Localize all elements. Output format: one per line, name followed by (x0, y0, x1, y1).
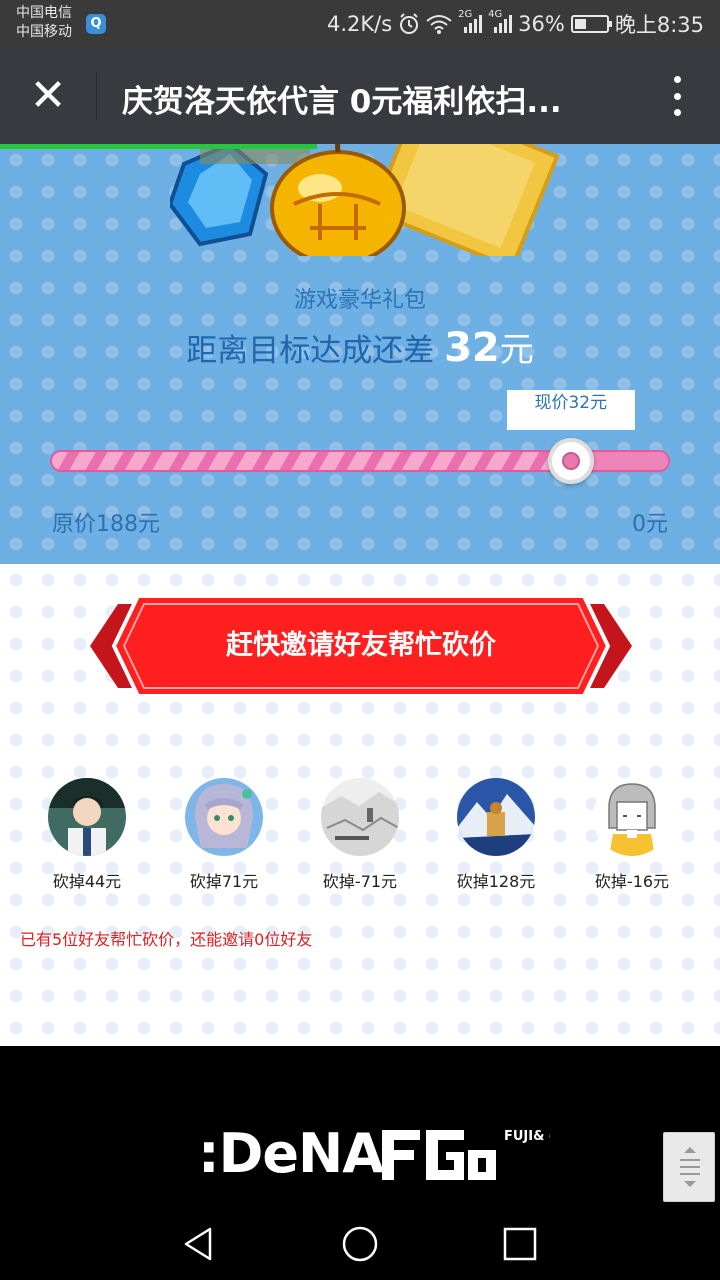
fujigumi-games-logo: FUJI& gumi Games (382, 1126, 550, 1180)
page-title: 庆贺洛天依代言 0元福利依扫... (122, 84, 562, 120)
avatar (457, 778, 535, 856)
current-price-tag: 现价32元 (506, 390, 635, 430)
status-bar: 中国电信 中国移动 Q 4.2K/s 2G 4G 36% 晚上8:35 (0, 0, 720, 48)
gift-package-image (170, 144, 560, 256)
wifi-icon (426, 15, 452, 34)
app-bar: ✕ 庆贺洛天依代言 0元福利依扫... (0, 48, 720, 144)
friend-item: 砍掉128元 (426, 778, 566, 892)
qq-notification-icon: Q (86, 14, 106, 34)
target-remaining: 距离目标达成还差 32元 (0, 322, 720, 371)
avatar (593, 778, 671, 856)
remaining-amount: 32 (444, 325, 500, 371)
invite-button-label: 赶快邀请好友帮忙砍价 (226, 630, 496, 661)
helper-count-note: 已有5位好友帮忙砍价，还能邀请0位好友 (20, 930, 313, 949)
more-vertical-icon[interactable] (664, 76, 690, 116)
carrier-2: 中国移动 (16, 24, 72, 40)
recent-apps-icon[interactable] (500, 1224, 540, 1264)
dena-logo: :DeNA (198, 1122, 384, 1185)
remaining-unit: 元 (499, 330, 534, 370)
friend-list: 砍掉44元 砍掉71元 砍掉-71元 砍掉128元 砍掉-16元 (0, 778, 720, 891)
min-price: 0元 (632, 512, 668, 537)
invite-panel: 赶快邀请好友帮忙砍价 砍掉44元 砍掉71元 砍掉-71元 砍掉128元 砍掉-… (0, 564, 720, 1046)
page-load-progress (0, 144, 720, 149)
battery-icon (570, 15, 612, 33)
avatar (48, 778, 126, 858)
avatar (321, 778, 400, 856)
bargain-page: 中国电信 中国移动 Q 4.2K/s 2G 4G 36% 晚上8:35 ✕ 庆贺… (0, 0, 720, 1280)
friend-item: 砍掉44元 (17, 778, 157, 892)
back-icon[interactable] (180, 1224, 220, 1264)
net-speed: 4.2K/s (326, 12, 393, 36)
gift-name: 游戏豪华礼包 (293, 288, 426, 313)
signal-2g-icon: 2G (458, 9, 483, 35)
price-progress-knob (547, 438, 594, 484)
original-price: 原价188元 (52, 512, 160, 537)
friend-cut-amount: 砍掉44元 (52, 872, 122, 891)
target-prefix: 距离目标达成还差 (186, 333, 435, 369)
signal-4g-icon: 4G (488, 9, 513, 35)
avatar (185, 778, 263, 856)
friend-item: 砍掉71元 (154, 778, 294, 892)
status-indicators: 4.2K/s 2G 4G 36% 晚上8:35 (326, 9, 704, 38)
home-icon[interactable] (340, 1224, 380, 1264)
carrier-1: 中国电信 (16, 5, 72, 21)
invite-friends-button[interactable]: 赶快邀请好友帮忙砍价 (90, 594, 632, 698)
sponsor-footer: :DeNA FUJI& gumi Games (0, 1046, 720, 1204)
friend-cut-amount: 砍掉-16元 (594, 872, 670, 891)
friend-cut-amount: 砍掉-71元 (322, 872, 398, 891)
alarm-icon (400, 13, 419, 34)
friend-item: 砍掉-16元 (562, 778, 702, 892)
system-nav-bar (0, 1204, 720, 1280)
battery-percent: 36% (518, 12, 565, 36)
friend-cut-amount: 砍掉128元 (456, 872, 536, 891)
close-icon[interactable]: ✕ (20, 68, 76, 124)
fgg-logo-text: FUJI& gumi Games (504, 1129, 550, 1144)
friend-cut-amount: 砍掉71元 (189, 872, 259, 891)
bargain-panel: 游戏豪华礼包 距离目标达成还差 32元 现价32元 原价188元 0元 (0, 144, 720, 564)
app-bar-divider (96, 72, 97, 120)
scroll-handle[interactable] (663, 1132, 715, 1202)
friend-item: 砍掉-71元 (290, 778, 430, 892)
clock: 晚上8:35 (614, 13, 704, 37)
carrier-names: 中国电信 中国移动 (16, 4, 72, 42)
